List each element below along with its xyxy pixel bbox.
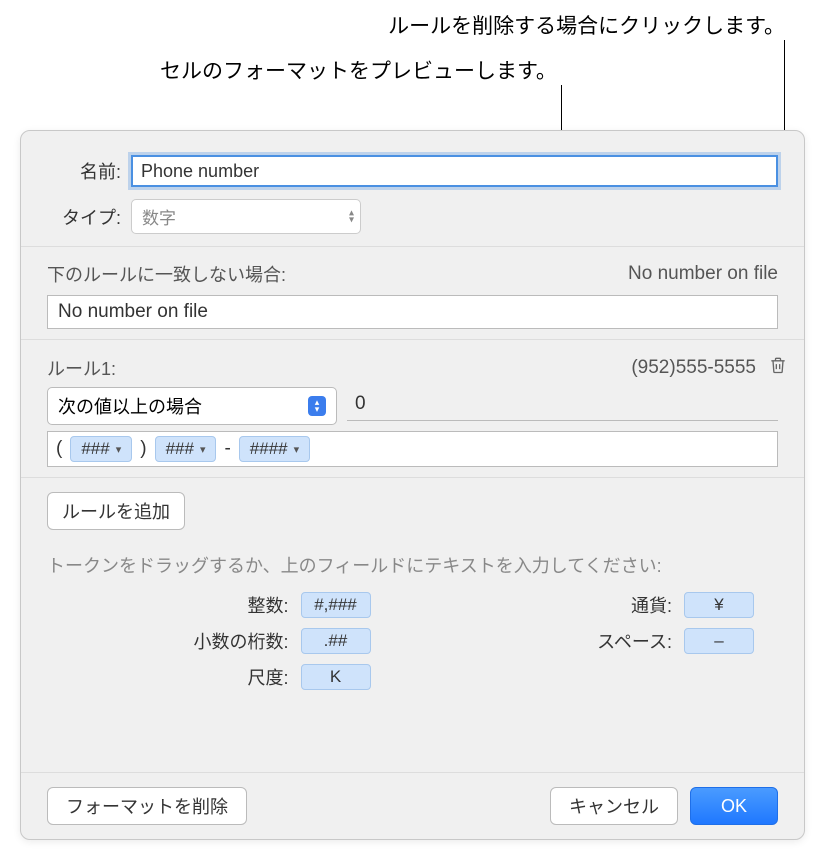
decimal-label: 小数の桁数: (193, 628, 288, 654)
cancel-button[interactable]: キャンセル (550, 787, 678, 825)
name-label: 名前: (47, 158, 121, 184)
divider (21, 477, 804, 478)
rule-value-input[interactable] (347, 387, 778, 421)
space-label: スペース: (597, 628, 672, 654)
add-rule-button[interactable]: ルールを追加 (47, 492, 185, 530)
decimal-token[interactable]: .## (301, 628, 371, 654)
type-select[interactable]: 数字 (131, 199, 361, 234)
type-label: タイプ: (47, 204, 121, 230)
callout-preview-format: セルのフォーマットをプレビューします。 (160, 55, 557, 85)
paren-open: ( (56, 438, 62, 460)
format-pattern-input[interactable]: ( ### ) ### - #### (47, 431, 778, 467)
delete-format-button[interactable]: フォーマットを削除 (47, 787, 247, 825)
type-value: 数字 (142, 209, 176, 228)
token-hash3[interactable]: ### (70, 436, 132, 462)
scale-token[interactable]: K (301, 664, 371, 690)
tokens-help-text: トークンをドラッグするか、上のフィールドにテキストを入力してください: (21, 552, 804, 578)
trash-icon[interactable] (768, 354, 788, 381)
dash: - (224, 438, 230, 460)
token-hash3[interactable]: ### (155, 436, 217, 462)
condition-select[interactable]: 次の値以上の場合 (47, 387, 337, 425)
rule1-preview: (952)555-5555 (631, 357, 756, 379)
name-input[interactable] (131, 155, 778, 187)
no-match-label: 下のルールに一致しない場合: (47, 261, 286, 287)
integer-label: 整数: (247, 592, 288, 618)
currency-label: 通貨: (631, 592, 672, 618)
scale-label: 尺度: (247, 664, 288, 690)
paren-close: ) (140, 438, 146, 460)
updown-icon (349, 210, 354, 223)
currency-token[interactable]: ¥ (684, 592, 754, 618)
no-match-input[interactable] (47, 295, 778, 329)
condition-value: 次の値以上の場合 (58, 393, 202, 419)
rule1-label: ルール1: (47, 355, 116, 381)
divider (21, 246, 804, 247)
no-match-preview: No number on file (628, 263, 778, 285)
divider (21, 339, 804, 340)
ok-button[interactable]: OK (690, 787, 778, 825)
token-hash4[interactable]: #### (239, 436, 310, 462)
format-dialog: 名前: タイプ: 数字 下のルールに一致しない場合: No number on … (20, 130, 805, 840)
callout-delete-rule: ルールを削除する場合にクリックします。 (388, 10, 785, 40)
updown-icon (308, 396, 326, 416)
integer-token[interactable]: #,### (301, 592, 371, 618)
space-token[interactable]: – (684, 628, 754, 654)
